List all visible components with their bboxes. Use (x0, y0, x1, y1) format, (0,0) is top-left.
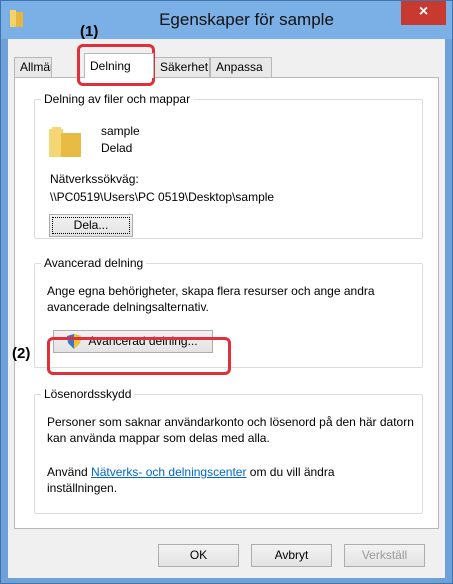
folder-name: sample (101, 124, 140, 138)
advanced-description: Ange egna behörigheter, skapa flera resu… (47, 284, 375, 314)
properties-dialog: Egenskaper för sample × Allmänt Delning … (0, 0, 453, 584)
path-label: Nätverkssökväg: (50, 172, 139, 186)
password-description: Personer som saknar användarkonto och lö… (47, 415, 414, 445)
advanced-sharing-button[interactable]: Avancerad delning... (53, 330, 213, 353)
tab-customize[interactable]: Anpassa (210, 57, 272, 77)
group-title: Delning av filer och mappar (41, 92, 194, 106)
cancel-button[interactable]: Avbryt (251, 544, 332, 567)
folder-status: Delad (101, 141, 133, 155)
title-bar[interactable]: Egenskaper för sample × (1, 1, 452, 39)
close-button[interactable]: × (401, 1, 446, 25)
sharing-group: Delning av filer och mappar sample Delad… (34, 92, 423, 239)
password-settings-text: Använd Nätverks- och delningscenter om d… (47, 464, 407, 496)
tab-panel: Delning av filer och mappar sample Delad… (14, 77, 439, 529)
group-title: Avancerad delning (41, 256, 147, 270)
window-title: Egenskaper för sample (159, 10, 334, 29)
folder-icon (49, 127, 81, 157)
password-protection-group: Lösenordsskydd Personer som saknar använ… (34, 387, 423, 514)
dialog-buttons: OK Avbryt Verkställ (8, 531, 445, 578)
tab-sharing[interactable]: Delning (84, 53, 154, 78)
advanced-sharing-label: Avancerad delning... (88, 334, 198, 348)
use-prefix: Använd (47, 465, 92, 479)
tab-general[interactable]: Allmänt (14, 57, 52, 77)
step-2-label: (2) (12, 345, 31, 362)
step-1-label: (1) (80, 23, 99, 40)
group-title: Lösenordsskydd (41, 387, 135, 401)
tab-security[interactable]: Säkerhet (146, 57, 210, 77)
share-button[interactable]: Dela... (49, 214, 133, 237)
ok-button[interactable]: OK (158, 544, 239, 567)
dialog-client: Allmänt Delning Säkerhet Anpassa Delning… (8, 39, 445, 578)
apply-button[interactable]: Verkställ (344, 544, 425, 567)
network-sharing-center-link[interactable]: Nätverks- och delningscenter (91, 465, 246, 479)
path-value: \\PC0519\Users\PC 0519\Desktop\sample (50, 190, 275, 204)
shield-icon (67, 334, 81, 349)
advanced-sharing-group: Avancerad delning Ange egna behörigheter… (34, 256, 423, 368)
